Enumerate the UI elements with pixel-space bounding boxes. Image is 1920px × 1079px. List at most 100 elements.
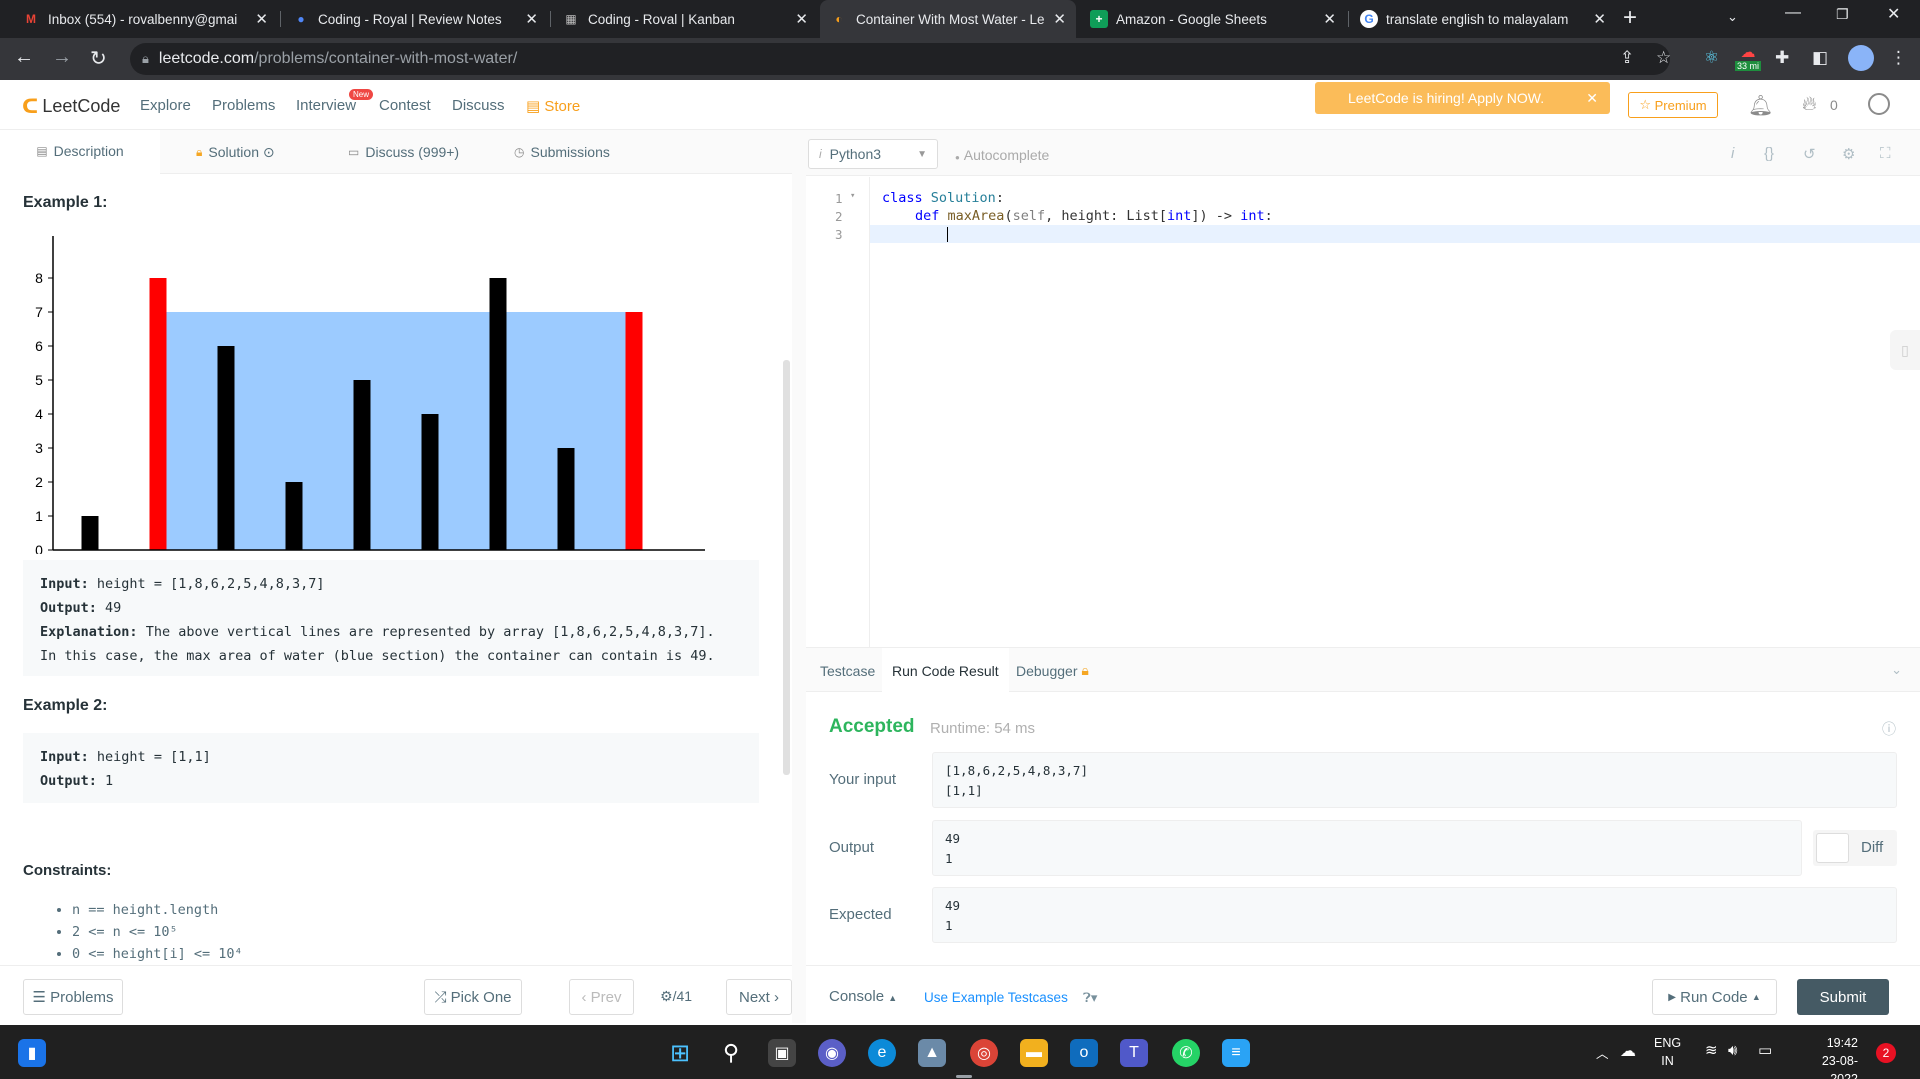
streak-fire-icon[interactable]: 🔥︎ (1802, 93, 1817, 116)
side-panel-handle[interactable]: ▯ (1890, 330, 1920, 370)
nav-discuss[interactable]: Discuss (452, 97, 505, 114)
user-avatar-icon[interactable] (1868, 93, 1890, 115)
restore-icon[interactable]: ❐ (1836, 6, 1849, 23)
nav-explore[interactable]: Explore (140, 97, 191, 114)
new-tab-icon[interactable]: + (1623, 4, 1637, 32)
browser-tab-translate[interactable]: G translate english to malayalam ✕ (1350, 0, 1616, 38)
wifi-icon[interactable]: ≋ (1705, 1042, 1718, 1060)
hiring-banner[interactable]: LeetCode is hiring! Apply NOW. ✕ (1315, 82, 1610, 114)
problem-index[interactable]: ⚙/41 (660, 988, 692, 1005)
leetcode-logo[interactable]: ᑕ LeetCode (22, 94, 120, 119)
task-view-icon[interactable]: ▣ (768, 1039, 796, 1067)
tab-testcase[interactable]: Testcase (810, 648, 885, 693)
tab-run-code-result[interactable]: Run Code Result (882, 648, 1009, 693)
clock[interactable]: 19:42 23-08-2022 (1796, 1034, 1858, 1079)
nav-problems[interactable]: Problems (212, 97, 275, 114)
close-tab-icon[interactable]: ✕ (255, 10, 268, 28)
close-tab-icon[interactable]: ✕ (1053, 10, 1066, 28)
console-button[interactable]: Console ▲ (829, 988, 897, 1005)
tab-solution[interactable]: 🔒︎ Solution ⊙ (196, 130, 275, 174)
description-scrollbar[interactable] (783, 360, 790, 775)
bookmark-star-icon[interactable]: ☆ (1656, 48, 1671, 68)
settings-icon[interactable]: ⚙ (1842, 145, 1855, 163)
braces-icon[interactable]: {} (1764, 145, 1774, 162)
side-panel-icon[interactable]: ◧ (1812, 48, 1828, 68)
diff-toggle[interactable]: Diff (1813, 830, 1897, 866)
browser-tab-gmail[interactable]: M Inbox (554) - rovalbenny@gmai ✕ (12, 0, 278, 38)
url-bar[interactable]: 🔒︎ leetcode.com/problems/container-with-… (130, 43, 1670, 75)
chrome-icon[interactable]: ◎ (970, 1039, 998, 1067)
tab-description[interactable]: ▤ Description (0, 130, 160, 174)
reload-icon[interactable]: ↻ (90, 46, 107, 71)
outlook-icon[interactable]: o (1070, 1039, 1098, 1067)
expected-box[interactable]: 49 1 (932, 887, 1897, 943)
share-icon[interactable]: ⇪ (1620, 48, 1634, 68)
help-dropdown-icon[interactable]: ❓︎▾ (1083, 990, 1097, 1006)
help-icon[interactable]: ⓘ (1882, 719, 1896, 739)
tab-search-icon[interactable]: ⌄ (1727, 9, 1738, 25)
close-window-icon[interactable]: ✕ (1887, 4, 1900, 24)
pick-one-button[interactable]: ⤮ Pick One (424, 979, 522, 1015)
fullscreen-icon[interactable]: ⛶ (1880, 145, 1891, 162)
browser-menu-icon[interactable]: ⋮ (1890, 48, 1907, 68)
react-devtools-icon[interactable]: ⚛ (1704, 48, 1719, 68)
file-explorer-icon[interactable]: ▬ (1020, 1039, 1048, 1067)
panel-resize-handle[interactable] (792, 130, 806, 1023)
search-icon[interactable]: ⚲ (717, 1039, 745, 1067)
use-example-testcases-link[interactable]: Use Example Testcases (924, 990, 1068, 1005)
photos-icon[interactable]: ▲ (918, 1039, 946, 1067)
close-banner-icon[interactable]: ✕ (1586, 90, 1598, 107)
notification-bell-icon[interactable]: 🔔︎ (1748, 93, 1773, 118)
submit-button[interactable]: Submit (1797, 979, 1889, 1015)
fold-arrow-icon[interactable]: ▾ (850, 191, 855, 201)
language-select[interactable]: i Python3 ▼ (808, 139, 938, 169)
run-code-button[interactable]: ▶ Run Code ▲ (1652, 979, 1777, 1015)
edge-icon[interactable]: e (868, 1039, 896, 1067)
close-tab-icon[interactable]: ✕ (1593, 10, 1606, 28)
output-box[interactable]: 49 1 (932, 820, 1802, 876)
info-icon[interactable]: i (1731, 145, 1734, 162)
prev-button[interactable]: ‹ Prev (569, 979, 634, 1015)
notepad-icon[interactable]: ≡ (1222, 1039, 1250, 1067)
tab-submissions[interactable]: ◷ Submissions (514, 130, 610, 174)
forward-icon[interactable]: → (52, 46, 72, 69)
close-tab-icon[interactable]: ✕ (525, 10, 538, 28)
whatsapp-icon[interactable]: ✆ (1172, 1039, 1200, 1067)
nav-contest[interactable]: Contest (379, 97, 431, 114)
teams-chat-icon[interactable]: ◉ (818, 1039, 846, 1067)
weather-extension-icon[interactable]: ☁ 33 mi (1735, 43, 1762, 71)
teams-icon[interactable]: T (1120, 1039, 1148, 1067)
problems-button[interactable]: ☰ Problems (23, 979, 123, 1015)
battery-icon[interactable]: ▭ (1758, 1042, 1772, 1060)
premium-button[interactable]: ☆ Premium (1628, 92, 1718, 118)
desktop-app-icon[interactable]: ▮ (18, 1039, 46, 1067)
nav-interview[interactable]: Interview (296, 97, 356, 114)
tab-discuss[interactable]: ▭ Discuss (999+) (348, 130, 459, 174)
windows-start-icon[interactable]: ⊞ (666, 1039, 694, 1067)
browser-tab-leetcode[interactable]: ◐ Container With Most Water - Le ✕ (820, 0, 1076, 38)
input-language[interactable]: ENG IN (1654, 1034, 1681, 1070)
reset-icon[interactable]: ↺ (1803, 145, 1816, 163)
browser-tab-sheets[interactable]: + Amazon - Google Sheets ✕ (1080, 0, 1346, 38)
tab-debugger[interactable]: Debugger 🔒︎ (1006, 648, 1099, 693)
lock-icon[interactable]: 🔒︎ (142, 51, 149, 67)
collapse-chevron-icon[interactable]: ⌄ (1891, 662, 1902, 678)
back-icon[interactable]: ← (14, 46, 34, 69)
minimize-icon[interactable]: — (1785, 4, 1801, 22)
volume-icon[interactable]: 🔊︎ (1728, 1042, 1737, 1060)
browser-tab-review-notes[interactable]: ● Coding - Royal | Review Notes ✕ (282, 0, 548, 38)
code-editor[interactable] (806, 177, 1920, 647)
autocomplete-toggle[interactable]: ● Autocomplete (955, 147, 1049, 163)
onedrive-icon[interactable]: ☁ (1620, 1043, 1636, 1061)
next-button[interactable]: Next › (726, 979, 792, 1015)
show-hidden-icons-icon[interactable]: ︿ (1596, 1045, 1609, 1063)
diff-switch[interactable] (1816, 833, 1849, 863)
nav-store[interactable]: ▤ Store (526, 97, 580, 115)
your-input-box[interactable]: [1,8,6,2,5,4,8,3,7] [1,1] (932, 752, 1897, 808)
browser-tab-kanban[interactable]: ▦ Coding - Roval | Kanban ✕ (552, 0, 818, 38)
profile-avatar[interactable] (1848, 45, 1874, 71)
notification-badge[interactable]: 2 (1876, 1043, 1896, 1063)
extensions-puzzle-icon[interactable]: ✚ (1775, 48, 1789, 68)
close-tab-icon[interactable]: ✕ (795, 10, 808, 28)
close-tab-icon[interactable]: ✕ (1323, 10, 1336, 28)
